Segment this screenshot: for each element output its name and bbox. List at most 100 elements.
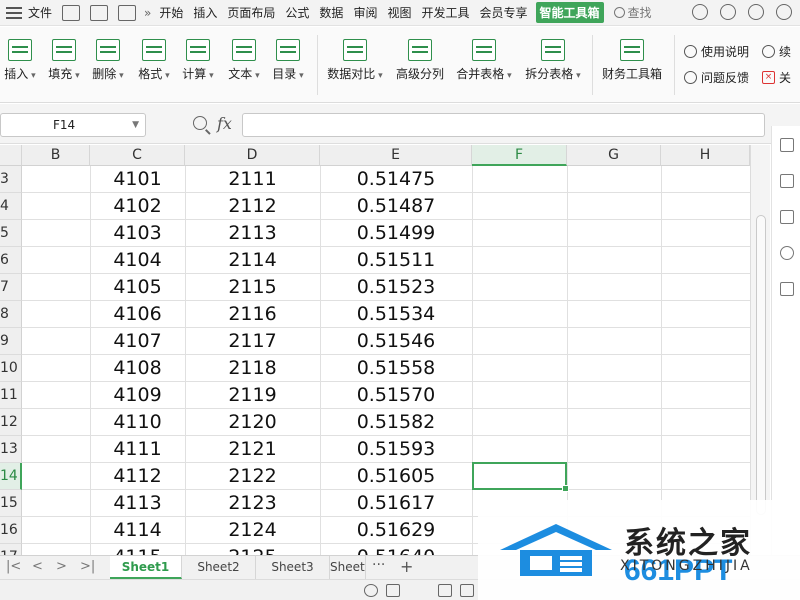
- save-icon[interactable]: [62, 4, 81, 21]
- cloud-icon[interactable]: [692, 4, 708, 20]
- ribbon-text-button[interactable]: 文本: [226, 39, 262, 82]
- ribbon-insert-button[interactable]: 插入: [2, 39, 38, 82]
- cell-e[interactable]: 0.51499: [320, 220, 472, 247]
- next-sheet-icon[interactable]: >: [56, 559, 67, 574]
- column-header-b[interactable]: B: [22, 145, 90, 166]
- menu-smart-toolbox[interactable]: 智能工具箱: [535, 2, 604, 23]
- more-chevron-icon[interactable]: »: [144, 6, 151, 20]
- add-sheet-button[interactable]: +: [400, 557, 413, 576]
- cell-c[interactable]: 4109: [90, 382, 185, 409]
- help-button[interactable]: 使用说明: [684, 43, 749, 60]
- ribbon-format-button[interactable]: 格式: [136, 39, 172, 82]
- normal-view-icon[interactable]: [438, 584, 452, 597]
- backup-icon[interactable]: [780, 282, 794, 296]
- more-icon[interactable]: [776, 4, 792, 20]
- share-icon[interactable]: [748, 4, 764, 20]
- print-icon[interactable]: [118, 4, 137, 21]
- cell-c[interactable]: 4107: [90, 328, 185, 355]
- cell-d[interactable]: 2116: [185, 301, 320, 328]
- cell-d[interactable]: 2115: [185, 274, 320, 301]
- cell-d[interactable]: 2113: [185, 220, 320, 247]
- cell-d[interactable]: 2114: [185, 247, 320, 274]
- cell-c[interactable]: 4105: [90, 274, 185, 301]
- export-icon[interactable]: [90, 4, 109, 21]
- cell-d[interactable]: 2119: [185, 382, 320, 409]
- cell-c[interactable]: 4101: [90, 166, 185, 193]
- cell-e[interactable]: 0.51629: [320, 517, 472, 544]
- cell-c[interactable]: 4111: [90, 436, 185, 463]
- cell-e[interactable]: 0.51546: [320, 328, 472, 355]
- cell-c[interactable]: 4104: [90, 247, 185, 274]
- column-header-c[interactable]: C: [90, 145, 185, 166]
- renew-button[interactable]: 续: [762, 43, 791, 60]
- format-brush-icon[interactable]: [780, 210, 794, 224]
- row-header[interactable]: 15: [0, 490, 22, 517]
- ribbon-advanced-split-button[interactable]: 高级分列: [395, 39, 445, 82]
- menu-developer[interactable]: 开发工具: [419, 4, 471, 21]
- row-header[interactable]: 8: [0, 301, 22, 328]
- zoom-icon[interactable]: [193, 116, 207, 130]
- cell-d[interactable]: 2112: [185, 193, 320, 220]
- menu-formula[interactable]: 公式: [283, 4, 311, 21]
- cell-e[interactable]: 0.51582: [320, 409, 472, 436]
- feedback-button[interactable]: 问题反馈: [684, 69, 749, 86]
- name-box[interactable]: F14 ▼: [0, 113, 146, 137]
- cell-c[interactable]: 4108: [90, 355, 185, 382]
- cell-d[interactable]: 2111: [185, 166, 320, 193]
- ribbon-data-compare-button[interactable]: 数据对比: [326, 39, 384, 82]
- cell-d[interactable]: 2124: [185, 517, 320, 544]
- ribbon-split-table-button[interactable]: 拆分表格: [523, 39, 583, 82]
- ribbon-toc-button[interactable]: 目录: [270, 39, 306, 82]
- last-sheet-icon[interactable]: >|: [80, 559, 95, 574]
- cell-e[interactable]: 0.51523: [320, 274, 472, 301]
- row-header[interactable]: 5: [0, 220, 22, 247]
- menu-home[interactable]: 开始: [157, 4, 185, 21]
- cell-e[interactable]: 0.51593: [320, 436, 472, 463]
- row-header[interactable]: 13: [0, 436, 22, 463]
- menu-insert[interactable]: 插入: [191, 4, 219, 21]
- row-header[interactable]: 6: [0, 247, 22, 274]
- ribbon-fill-button[interactable]: 填充: [46, 39, 82, 82]
- cell-d[interactable]: 2120: [185, 409, 320, 436]
- cell-e[interactable]: 0.51558: [320, 355, 472, 382]
- row-header[interactable]: 16: [0, 517, 22, 544]
- cell-e[interactable]: 0.51570: [320, 382, 472, 409]
- fx-icon[interactable]: fx: [217, 114, 232, 133]
- cell-c[interactable]: 4113: [90, 490, 185, 517]
- menu-data[interactable]: 数据: [317, 4, 345, 21]
- hamburger-icon[interactable]: [6, 6, 22, 19]
- cell-c[interactable]: 4103: [90, 220, 185, 247]
- first-sheet-icon[interactable]: |<: [6, 559, 21, 574]
- cell-e[interactable]: 0.51511: [320, 247, 472, 274]
- eye-icon[interactable]: [364, 584, 378, 597]
- cell-d[interactable]: 2117: [185, 328, 320, 355]
- help-circle-icon[interactable]: [780, 246, 794, 260]
- column-header-e[interactable]: E: [320, 145, 472, 166]
- menu-review[interactable]: 审阅: [351, 4, 379, 21]
- column-header-g[interactable]: G: [567, 145, 661, 166]
- menu-file[interactable]: 文件: [28, 4, 52, 21]
- cell-c[interactable]: 4110: [90, 409, 185, 436]
- close-tool-button[interactable]: × 关: [762, 69, 791, 86]
- tab-sheet1[interactable]: Sheet1: [110, 556, 182, 579]
- scrollbar-thumb[interactable]: [756, 215, 766, 515]
- menu-page-layout[interactable]: 页面布局: [225, 4, 277, 21]
- row-header[interactable]: 10: [0, 355, 22, 382]
- formula-input[interactable]: [242, 113, 765, 137]
- search-box[interactable]: 查找: [613, 4, 652, 21]
- user-icon[interactable]: [720, 4, 736, 20]
- row-header[interactable]: 9: [0, 328, 22, 355]
- row-header[interactable]: 14: [0, 463, 22, 490]
- cell-e[interactable]: 0.51487: [320, 193, 472, 220]
- tab-sheet4[interactable]: Sheet4: [330, 556, 366, 579]
- row-header[interactable]: 12: [0, 409, 22, 436]
- active-cell-f14[interactable]: [472, 462, 569, 492]
- more-sheets-icon[interactable]: ···: [372, 557, 385, 573]
- row-header[interactable]: 3: [0, 166, 22, 193]
- cell-d[interactable]: 2118: [185, 355, 320, 382]
- cell-c[interactable]: 4114: [90, 517, 185, 544]
- menu-member[interactable]: 会员专享: [477, 4, 529, 21]
- ribbon-finance-toolbox-button[interactable]: 财务工具箱: [600, 39, 664, 82]
- cell-c[interactable]: 4102: [90, 193, 185, 220]
- column-header-d[interactable]: D: [185, 145, 320, 166]
